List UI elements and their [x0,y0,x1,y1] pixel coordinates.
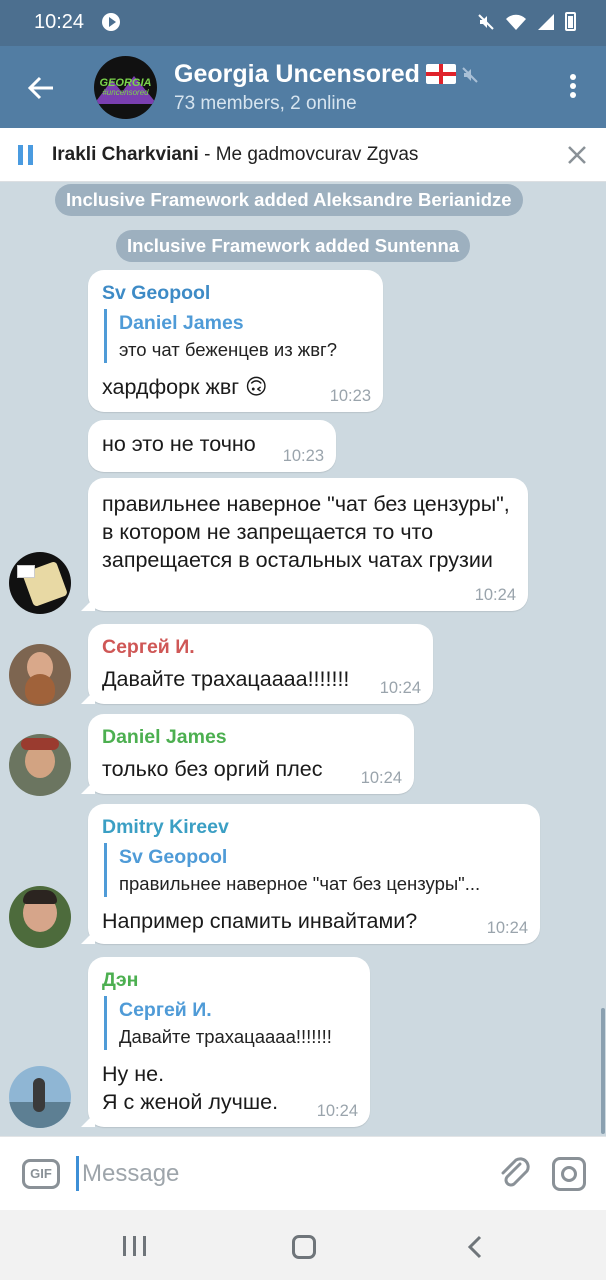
attach-icon[interactable] [496,1155,532,1191]
battery-icon [565,12,576,31]
chat-subtitle: 73 members, 2 online [174,93,357,114]
message-text-line: Ну не. [102,1062,165,1086]
sender-name[interactable]: Дэн [102,969,356,992]
camera-icon[interactable] [552,1157,586,1191]
pinned-text: Irakli Charkviani - Me gadmovcurav Zgvas [52,144,419,165]
reply-quote[interactable]: Сергей И. Давайте трахацаааа!!!!!!! [104,996,356,1050]
reply-text: это чат беженцев из жвг? [119,339,338,360]
wifi-icon [506,14,526,30]
home-button[interactable] [292,1235,316,1259]
message-time: 10:23 [329,387,371,405]
status-time: 10:24 [34,11,85,33]
back-button[interactable] [466,1235,484,1259]
avatar-subtext: #uncensored [102,88,149,97]
reply-quote[interactable]: Daniel James это чат беженцев из жвг? [104,309,369,363]
user-avatar[interactable] [9,734,71,796]
reply-text: Давайте трахацаааа!!!!!!! [119,1026,332,1047]
message-bubble[interactable]: Sv Geopool Daniel James это чат беженцев… [88,270,383,412]
chat-area[interactable]: Inclusive Framework added Aleksandre Ber… [0,182,606,1136]
pause-icon[interactable] [18,145,34,165]
chat-title-text: Georgia Uncensored [174,60,420,88]
georgia-flag-icon [17,565,35,578]
text-cursor [76,1156,79,1191]
message-input[interactable] [82,1157,462,1191]
georgia-flag-icon [425,64,456,84]
reply-name: Сергей И. [119,999,212,1021]
message-time: 10:24 [360,769,402,787]
pinned-content: Me gadmovcurav Zgvas [215,144,419,165]
message-text: только без оргий плес [102,757,323,781]
recent-apps-button[interactable] [123,1236,147,1256]
sender-name[interactable]: Sv Geopool [102,282,369,305]
message-text: Например спамить инвайтами? [102,909,418,933]
scrollbar[interactable] [601,1008,605,1134]
pinned-author: Irakli Charkviani [52,144,199,165]
message-time: 10:24 [379,679,421,697]
message-bubble[interactable]: правильнее наверное "чат без цензуры", в… [81,478,528,611]
message-text: правильнее наверное "чат без цензуры", в… [102,492,510,572]
system-nav-bar [0,1210,606,1280]
reply-text: правильнее наверное "чат без цензуры"... [119,873,481,894]
message-bubble[interactable]: Сергей И. Давайте трахацаааа!!!!!!! 10:2… [81,624,433,704]
signal-icon [538,13,554,30]
message-bubble[interactable]: Дэн Сергей И. Давайте трахацаааа!!!!!!! … [81,957,370,1127]
message-text: Давайте трахацаааа!!!!!!! [102,667,350,691]
pinned-message-bar[interactable]: Irakli Charkviani - Me gadmovcurav Zgvas [0,128,606,182]
message-composer: GIF [0,1136,606,1210]
muted-icon [462,67,478,83]
user-avatar[interactable] [9,552,71,614]
message-time: 10:24 [474,586,516,604]
user-avatar[interactable] [9,1066,71,1128]
sender-name[interactable]: Dmitry Kireev [102,816,526,839]
gif-button[interactable]: GIF [22,1159,60,1189]
message-bubble[interactable]: Daniel James только без оргий плес 10:24 [81,714,414,794]
chat-title[interactable]: Georgia Uncensored [174,60,478,89]
user-avatar[interactable] [9,644,71,706]
sender-name[interactable]: Сергей И. [102,636,419,659]
close-icon[interactable] [566,144,588,166]
message-time: 10:23 [282,447,324,465]
service-message: Inclusive Framework added Aleksandre Ber… [55,184,523,216]
sender-name[interactable]: Daniel James [102,726,400,749]
service-message: Inclusive Framework added Suntenna [116,230,471,262]
user-avatar[interactable] [9,886,71,948]
message-time: 10:24 [316,1102,358,1120]
message-bubble[interactable]: Dmitry Kireev Sv Geopool правильнее наве… [81,804,540,944]
reply-name: Sv Geopool [119,846,228,868]
group-avatar[interactable]: GEORGIA #uncensored [94,56,157,119]
back-arrow-icon[interactable] [26,73,56,103]
status-bar: 10:24 [0,0,606,46]
chat-header: GEORGIA #uncensored Georgia Uncensored 73… [0,46,606,128]
message-time: 10:24 [486,919,528,937]
reply-name: Daniel James [119,312,244,334]
mute-icon [478,13,494,30]
reply-quote[interactable]: Sv Geopool правильнее наверное "чат без … [104,843,526,897]
status-icons [477,12,576,31]
play-icon [102,13,120,31]
more-menu-icon[interactable] [570,74,578,102]
message-bubble[interactable]: но это не точно 10:23 [88,420,336,472]
